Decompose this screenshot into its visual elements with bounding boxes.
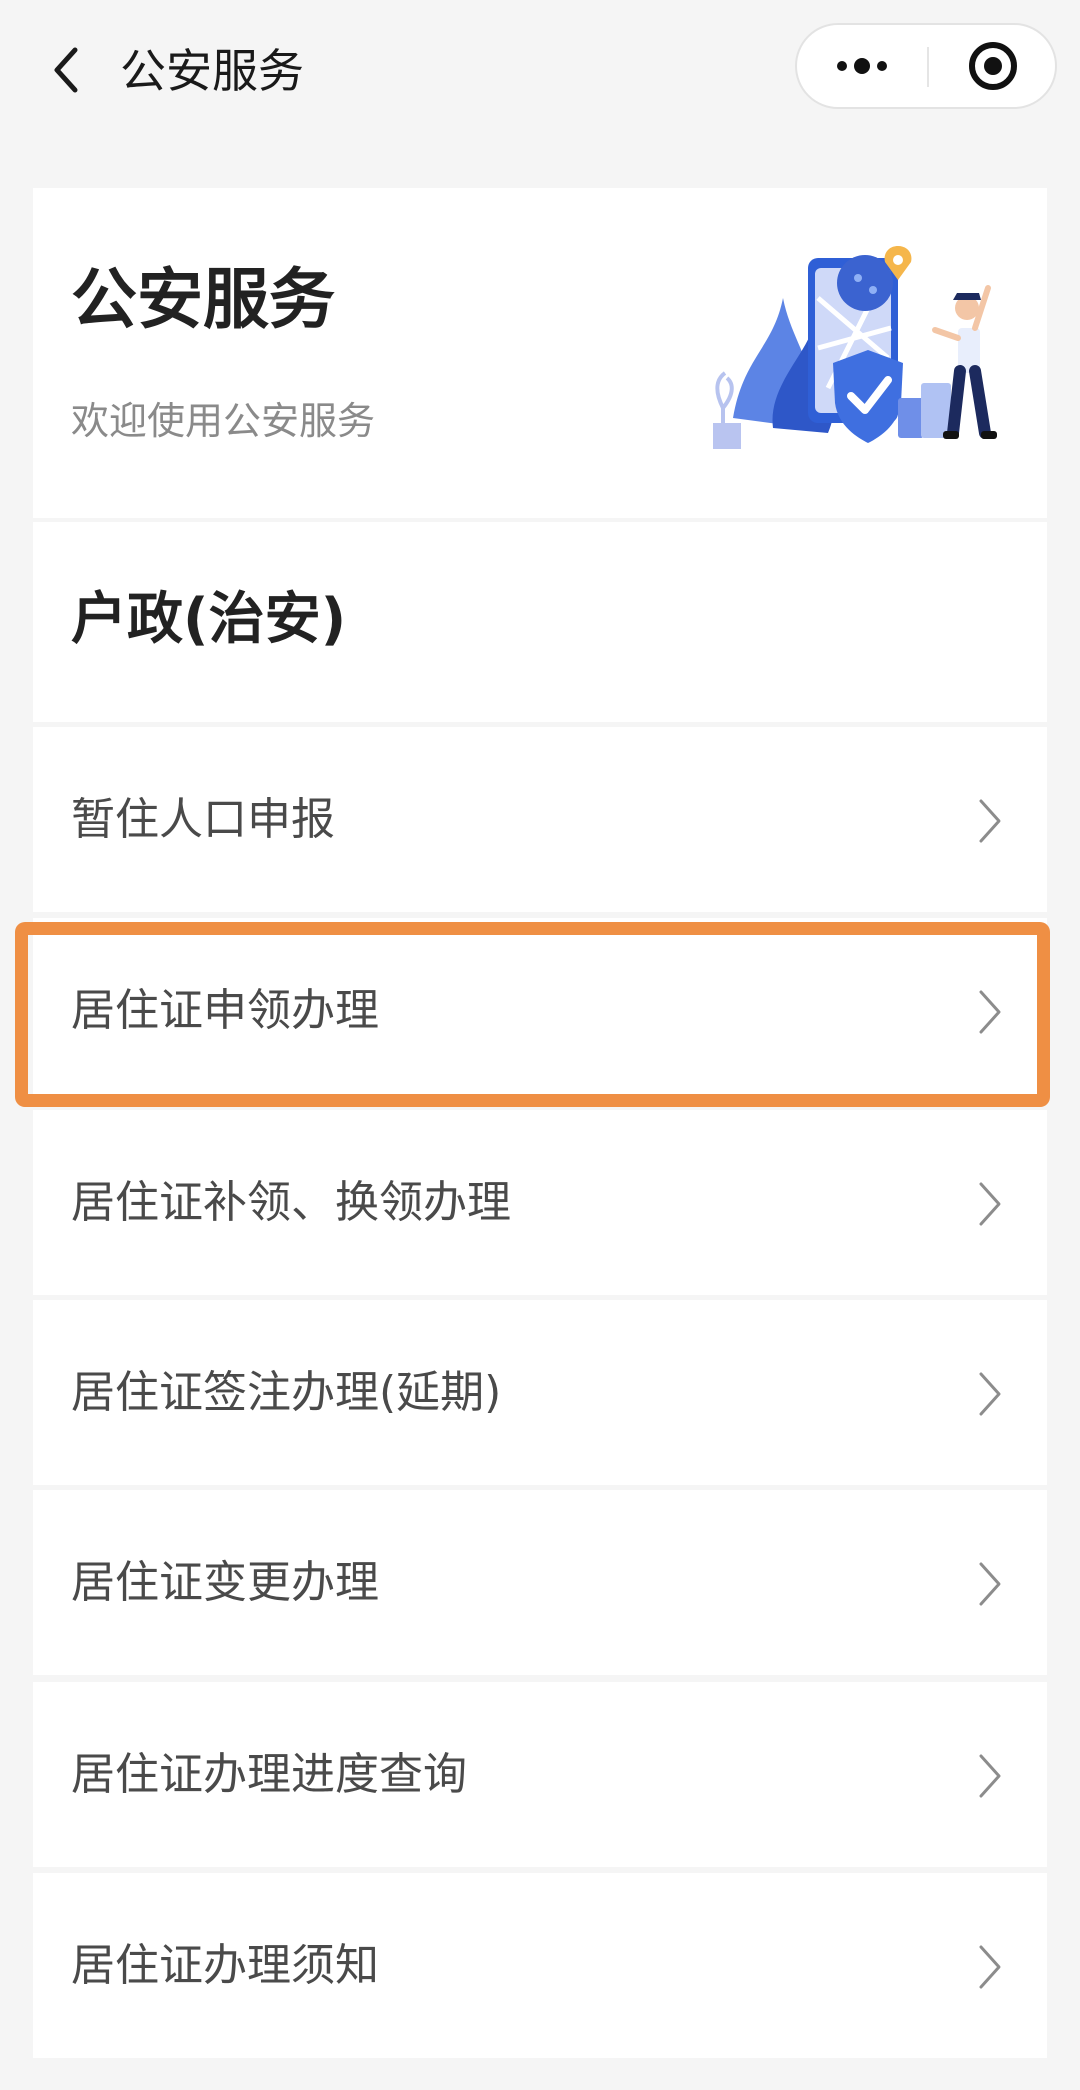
list-item-label: 居住证签注办理(延期) — [71, 1367, 502, 1418]
chevron-right-icon — [979, 1562, 1001, 1606]
chevron-right-icon — [979, 1372, 1001, 1416]
hero-card: 公安服务 欢迎使用公安服务 — [33, 188, 1047, 518]
list-item-label: 居住证申领办理 — [71, 985, 379, 1036]
navigation-bar: 公安服务 — [0, 0, 1080, 140]
close-button[interactable] — [929, 25, 1057, 107]
hero-title: 公安服务 — [71, 261, 335, 338]
list-item-residence-permit-notice[interactable]: 居住证办理须知 — [33, 1873, 1047, 2058]
list-item-residence-permit-endorse[interactable]: 居住证签注办理(延期) — [33, 1300, 1047, 1485]
more-dots-icon — [837, 58, 887, 74]
section-title: 户政(治安) — [71, 587, 347, 652]
chevron-right-icon — [979, 1182, 1001, 1226]
list-item-residence-permit-change[interactable]: 居住证变更办理 — [33, 1490, 1047, 1675]
chevron-right-icon — [979, 1754, 1001, 1798]
more-button[interactable] — [797, 25, 927, 107]
list-item-temporary-resident-report[interactable]: 暂住人口申报 — [33, 727, 1047, 912]
list-item-label: 居住证办理进度查询 — [71, 1749, 467, 1800]
police-illustration — [713, 246, 997, 449]
chevron-right-icon — [979, 799, 1001, 843]
back-button[interactable] — [36, 30, 96, 110]
list-item-residence-permit-progress[interactable]: 居住证办理进度查询 — [33, 1682, 1047, 1867]
list-item-label: 居住证办理须知 — [71, 1940, 379, 1991]
nav-title: 公安服务 — [120, 44, 304, 98]
list-item-residence-permit-apply[interactable]: 居住证申领办理 — [33, 918, 1047, 1103]
mini-program-capsule — [795, 23, 1057, 109]
chevron-right-icon — [979, 1945, 1001, 1989]
chevron-right-icon — [979, 990, 1001, 1034]
list-item-label: 暂住人口申报 — [71, 794, 335, 845]
list-item-label: 居住证补领、换领办理 — [71, 1177, 511, 1228]
hero-subtitle: 欢迎使用公安服务 — [71, 399, 376, 443]
section-header: 户政(治安) — [33, 522, 1047, 722]
target-close-icon — [969, 42, 1017, 90]
list-item-label: 居住证变更办理 — [71, 1557, 379, 1608]
chevron-left-icon — [54, 47, 78, 93]
list-item-residence-permit-reissue[interactable]: 居住证补领、换领办理 — [33, 1110, 1047, 1295]
